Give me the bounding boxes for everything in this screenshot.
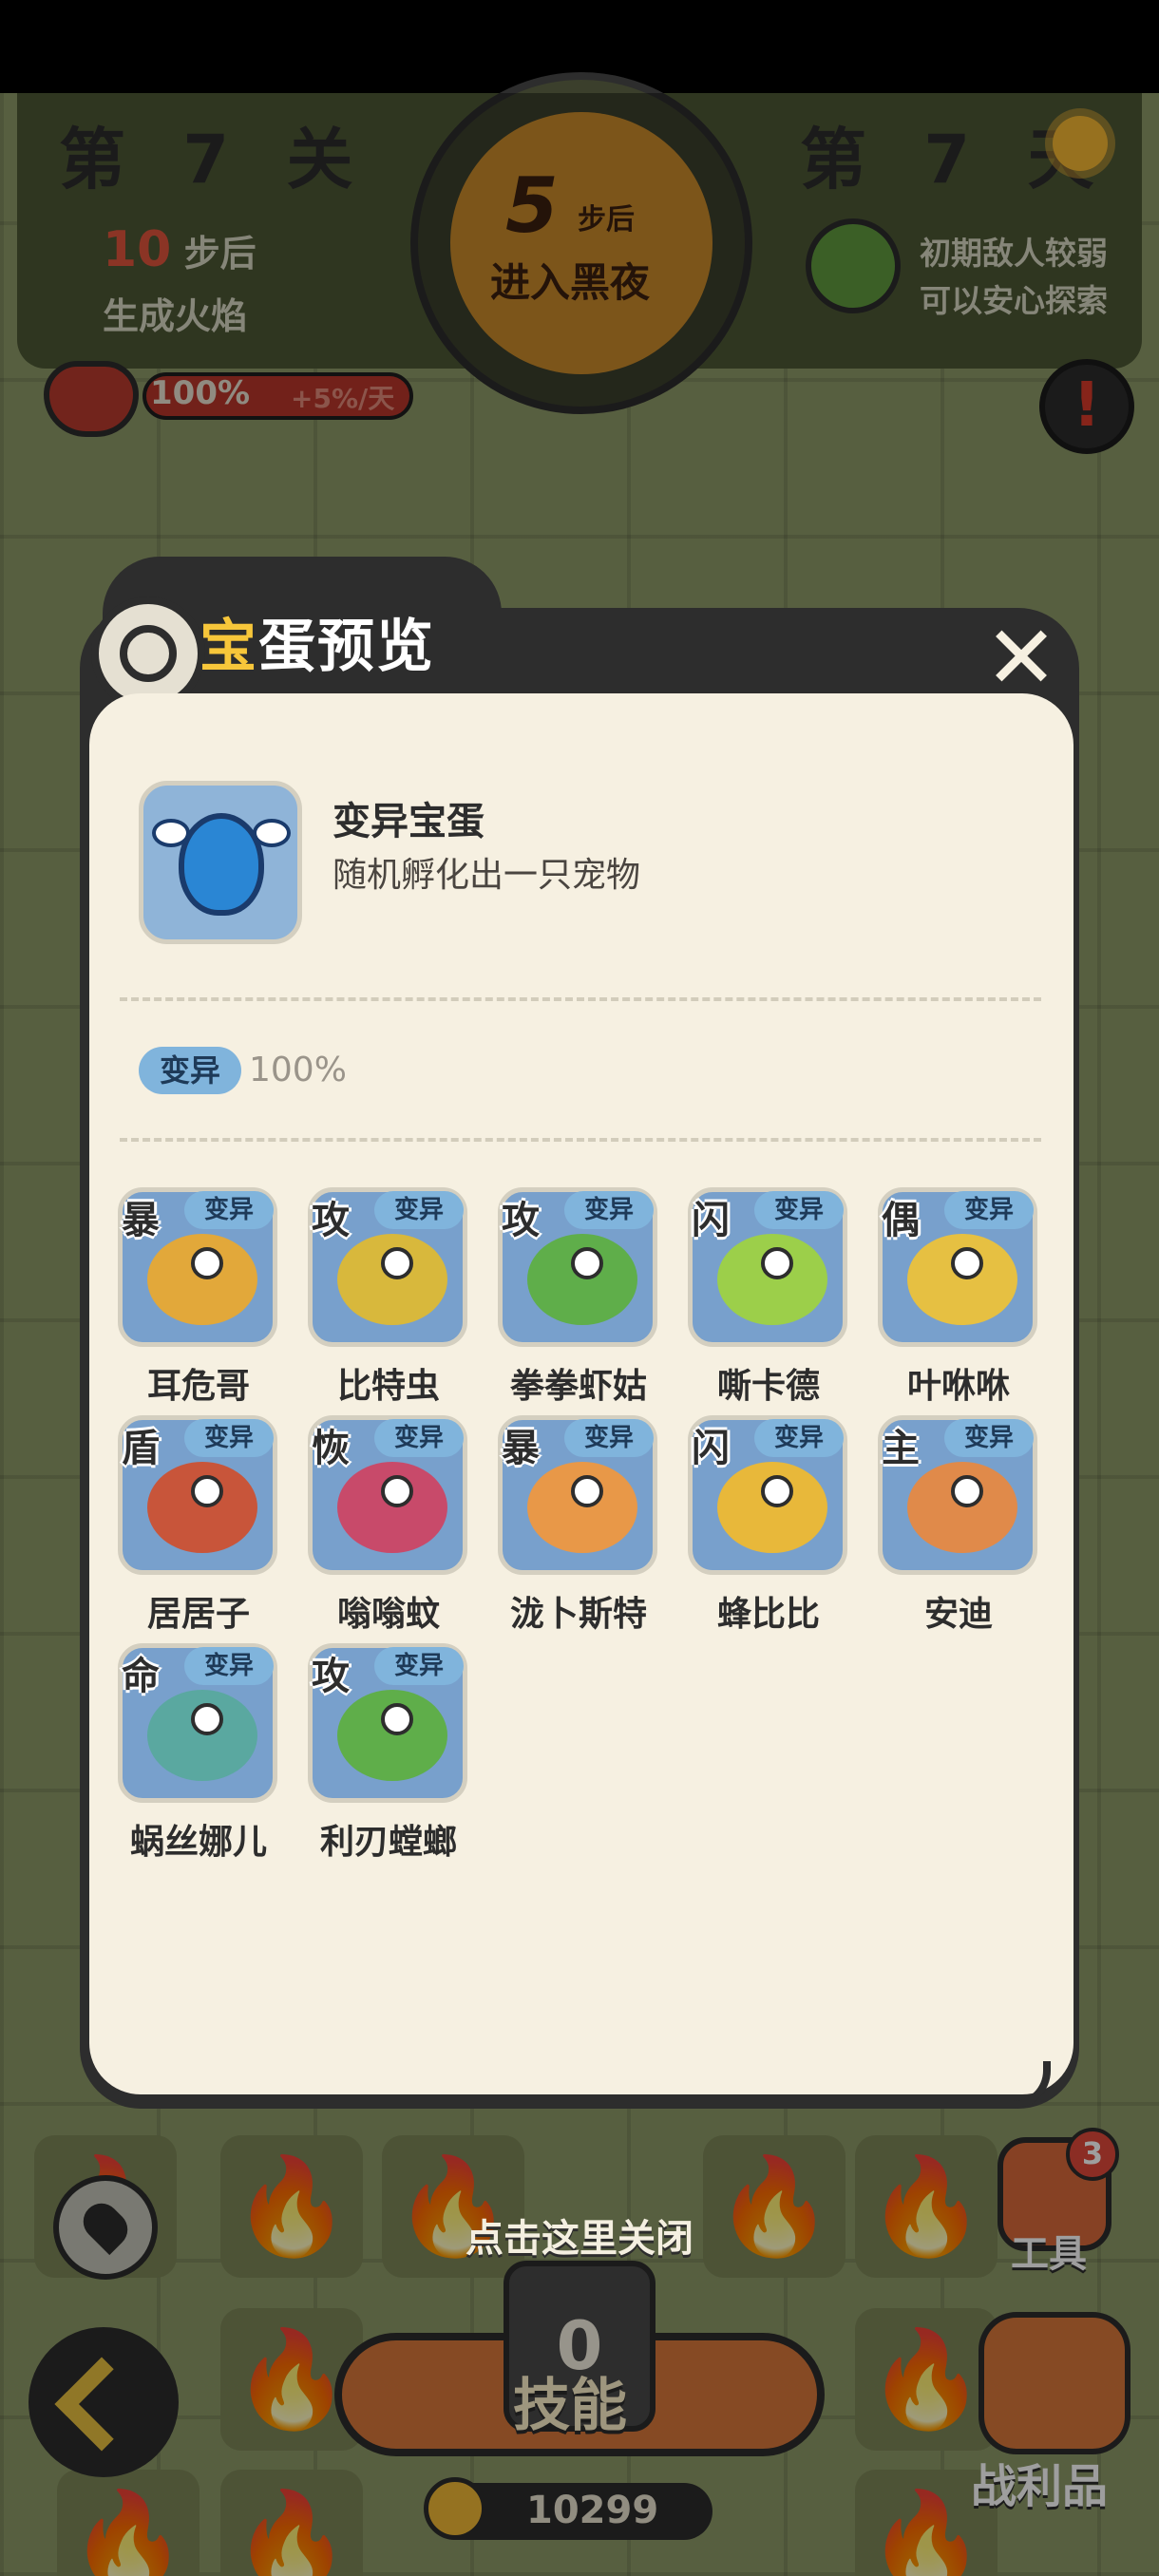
divider bbox=[120, 1138, 1041, 1142]
pet-card[interactable]: 命 变异 蜗丝娜儿 bbox=[118, 1643, 279, 1864]
pet-role-badge: 恢 bbox=[312, 1427, 350, 1470]
pet-name: 蜂比比 bbox=[716, 1595, 820, 1634]
close-icon[interactable]: ✕ bbox=[978, 615, 1064, 702]
pet-role-badge: 暴 bbox=[502, 1427, 540, 1470]
pet-card[interactable]: 主 变异 安迪 bbox=[878, 1415, 1039, 1636]
pet-name: 泷卜斯特 bbox=[509, 1595, 647, 1634]
pet-type-tag: 变异 bbox=[184, 1419, 274, 1457]
pet-name: 比特虫 bbox=[336, 1367, 440, 1406]
pet-name: 蜗丝娜儿 bbox=[129, 1823, 267, 1862]
pet-eye bbox=[381, 1247, 413, 1279]
pet-card[interactable]: 攻 变异 比特虫 bbox=[308, 1187, 469, 1408]
pet-name: 耳危哥 bbox=[146, 1367, 250, 1406]
pet-eye bbox=[191, 1703, 223, 1735]
pet-type-tag: 变异 bbox=[754, 1419, 844, 1457]
pet-card[interactable]: 攻 变异 拳拳虾姑 bbox=[498, 1187, 659, 1408]
pet-type-tag: 变异 bbox=[184, 1191, 274, 1229]
pet-type-tag: 变异 bbox=[754, 1191, 844, 1229]
pet-role-badge: 攻 bbox=[312, 1199, 350, 1242]
pet-name: 嗡嗡蚊 bbox=[336, 1595, 440, 1634]
pet-name: 叶咻咻 bbox=[906, 1367, 1010, 1406]
pet-role-badge: 攻 bbox=[312, 1655, 350, 1698]
pet-eye bbox=[191, 1475, 223, 1507]
tap-to-close-hint[interactable]: 点击这里关闭 bbox=[0, 2207, 1159, 2263]
pet-type-tag: 变异 bbox=[944, 1191, 1034, 1229]
pet-eye bbox=[571, 1247, 603, 1279]
pet-role-badge: 闪 bbox=[692, 1199, 730, 1242]
pet-eye bbox=[381, 1703, 413, 1735]
pet-role-badge: 命 bbox=[122, 1655, 160, 1698]
pet-type-tag: 变异 bbox=[374, 1647, 464, 1685]
pet-role-badge: 偶 bbox=[882, 1199, 920, 1242]
pet-type-tag: 变异 bbox=[564, 1419, 654, 1457]
pet-eye bbox=[571, 1475, 603, 1507]
pet-type-tag: 变异 bbox=[374, 1419, 464, 1457]
pet-card[interactable]: 闪 变异 蜂比比 bbox=[688, 1415, 849, 1636]
egg-name: 变异宝蛋 bbox=[332, 800, 484, 843]
pet-name: 拳拳虾姑 bbox=[509, 1367, 647, 1406]
pet-type-tag: 变异 bbox=[564, 1191, 654, 1229]
pet-name: 利刃螳螂 bbox=[319, 1823, 457, 1862]
dialog-title: 宝蛋预览 bbox=[200, 600, 435, 683]
pet-card[interactable]: 偶 变异 叶咻咻 bbox=[878, 1187, 1039, 1408]
pet-role-badge: 攻 bbox=[502, 1199, 540, 1242]
egg-description: 随机孵化出一只宠物 bbox=[332, 856, 641, 895]
pet-name: 居居子 bbox=[146, 1595, 250, 1634]
pet-type-tag: 变异 bbox=[944, 1419, 1034, 1457]
pet-name: 嘶卡德 bbox=[716, 1367, 820, 1406]
pet-eye bbox=[761, 1247, 793, 1279]
pet-role-badge: 闪 bbox=[692, 1427, 730, 1470]
pet-name: 安迪 bbox=[923, 1595, 993, 1634]
dialog-title-rest: 蛋预览 bbox=[258, 614, 435, 680]
pet-role-badge: 盾 bbox=[122, 1427, 160, 1470]
divider bbox=[120, 997, 1041, 1001]
pet-type-tag: 变异 bbox=[184, 1647, 274, 1685]
pet-role-badge: 主 bbox=[882, 1427, 920, 1470]
dialog-title-highlight: 宝 bbox=[200, 614, 258, 680]
pet-type-tag: 变异 bbox=[374, 1191, 464, 1229]
egg-icon bbox=[179, 813, 264, 916]
pet-eye bbox=[191, 1247, 223, 1279]
type-rate: 100% bbox=[249, 1051, 347, 1089]
pet-eye bbox=[951, 1475, 983, 1507]
pet-eye bbox=[761, 1475, 793, 1507]
pet-eye bbox=[951, 1247, 983, 1279]
pet-card[interactable]: 暴 变异 耳危哥 bbox=[118, 1187, 279, 1408]
pet-card[interactable]: 恢 变异 嗡嗡蚊 bbox=[308, 1415, 469, 1636]
pet-card[interactable]: 攻 变异 利刃螳螂 bbox=[308, 1643, 469, 1864]
pet-eye bbox=[381, 1475, 413, 1507]
pet-card[interactable]: 暴 变异 泷卜斯特 bbox=[498, 1415, 659, 1636]
magnifier-lens bbox=[120, 625, 177, 682]
pet-role-badge: 暴 bbox=[122, 1199, 160, 1242]
type-tag: 变异 bbox=[139, 1047, 241, 1094]
pet-card[interactable]: 闪 变异 嘶卡德 bbox=[688, 1187, 849, 1408]
pet-card[interactable]: 盾 变异 居居子 bbox=[118, 1415, 279, 1636]
